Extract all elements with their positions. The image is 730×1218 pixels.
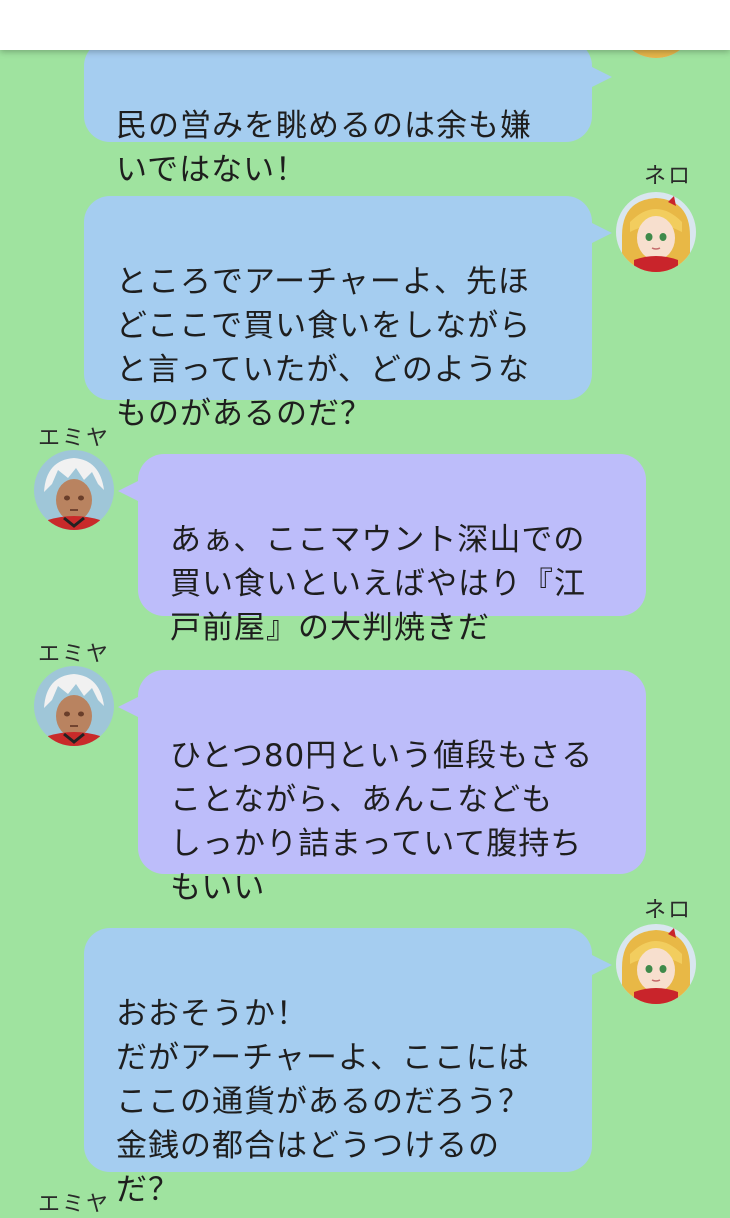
message-bubble: 民の営みを眺めるのは余も嫌 いではない！ <box>84 40 612 188</box>
message-bubble: ところでアーチャーよ、先ほ どここで買い食いをしながら と言っていたが、どのよう… <box>84 196 612 432</box>
nero-avatar[interactable] <box>616 924 696 1004</box>
message-text: おおそうか！ だがアーチャーよ、ここには ここの通貨があるのだろう？ 金銭の都合… <box>116 996 531 1208</box>
emiya-avatar[interactable] <box>34 666 114 746</box>
message-text: ひとつ80円という値段もさる ことながら、あんこなども しっかり詰まっていて腹持… <box>170 738 594 906</box>
message-text: あぁ、ここマウント深山での 買い食いといえばやはり『江 戸前屋』の大判焼きだ <box>170 522 586 646</box>
sender-name: エミヤ <box>38 642 111 667</box>
message-bubble: おおそうか！ だがアーチャーよ、ここには ここの通貨があるのだろう？ 金銭の都合… <box>84 928 612 1208</box>
emiya-avatar[interactable] <box>34 450 114 530</box>
sender-name: エミヤ <box>38 1192 111 1217</box>
message-text: 民の営みを眺めるのは余も嫌 いではない！ <box>116 108 532 188</box>
top-app-bar <box>0 0 730 50</box>
sender-name: エミヤ <box>38 426 111 451</box>
nero-avatar[interactable] <box>616 192 696 272</box>
message-text: ところでアーチャーよ、先ほ どここで買い食いをしながら と言っていたが、どのよう… <box>116 264 532 432</box>
message-bubble: ひとつ80円という値段もさる ことながら、あんこなども しっかり詰まっていて腹持… <box>118 670 646 906</box>
sender-name: ネロ <box>644 898 693 923</box>
sender-name: ネロ <box>644 164 693 189</box>
message-bubble: あぁ、ここマウント深山での 買い食いといえばやはり『江 戸前屋』の大判焼きだ <box>118 454 646 646</box>
